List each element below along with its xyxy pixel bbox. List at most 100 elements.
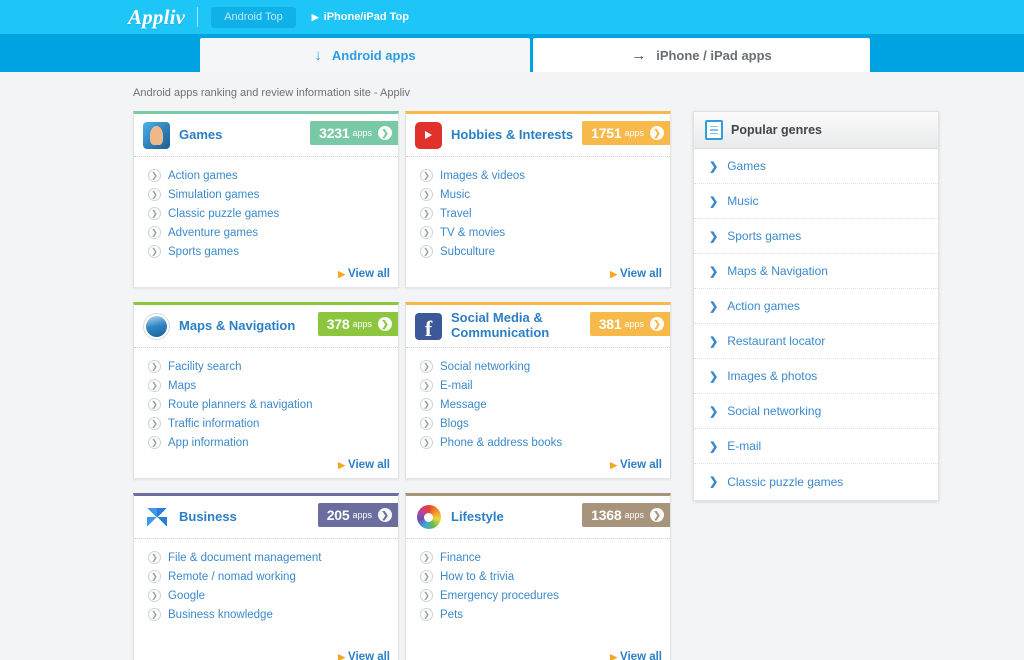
list-item[interactable]: ❯ Business knowledge (148, 605, 388, 624)
list-item[interactable]: ❯ Emergency procedures (420, 586, 660, 605)
list-item[interactable]: ❯ Maps (148, 376, 388, 395)
chevron-right-icon: ❯ (420, 417, 433, 430)
sidebar-item-email[interactable]: ❯ E-mail (694, 429, 938, 464)
nav-android-top-button[interactable]: Android Top (211, 6, 296, 28)
sidebar-item-classic-puzzle-games[interactable]: ❯ Classic puzzle games (694, 464, 938, 499)
list-item-label: App information (168, 436, 249, 449)
list-item[interactable]: ❯ File & document management (148, 548, 388, 567)
category-card-social-media-communication[interactable]: Social Media & Communication 381 apps ❯ … (405, 302, 671, 479)
list-item[interactable]: ❯ Images & videos (420, 166, 660, 185)
card-title: Maps & Navigation (179, 317, 296, 333)
list-item[interactable]: ❯ Google (148, 586, 388, 605)
chevron-right-icon: ❯ (650, 508, 664, 522)
app-count-badge[interactable]: 378 apps ❯ (317, 312, 398, 336)
list-item-label: Simulation games (168, 188, 260, 201)
tab-android-apps[interactable]: ↓ Android apps (200, 38, 530, 72)
list-item[interactable]: ❯ Message (420, 395, 660, 414)
list-item[interactable]: ❯ TV & movies (420, 223, 660, 242)
category-card-games[interactable]: Games 3231 apps ❯ ❯ Action games ❯ Simulat… (133, 111, 399, 288)
app-count-badge[interactable]: 1368 apps ❯ (582, 503, 670, 527)
list-item[interactable]: ❯ E-mail (420, 376, 660, 395)
view-all-link[interactable]: ▶ View all (406, 457, 670, 478)
app-count-unit: apps (624, 128, 644, 138)
list-item[interactable]: ❯ Remote / nomad working (148, 567, 388, 586)
chevron-right-icon: ❯ (420, 379, 433, 392)
card-header: Lifestyle 1368 apps ❯ (406, 496, 670, 539)
list-item[interactable]: ❯ Traffic information (148, 414, 388, 433)
app-count-badge[interactable]: 381 apps ❯ (589, 312, 670, 336)
nav-iphone-ipad-top-link[interactable]: ▶ iPhone/iPad Top (312, 11, 409, 23)
app-count-unit: apps (624, 510, 644, 520)
view-all-link[interactable]: ▶ View all (134, 629, 398, 660)
list-item-label: Travel (440, 207, 472, 220)
list-item[interactable]: ❯ Classic puzzle games (148, 204, 388, 223)
sidebar-item-label: Sports games (727, 229, 802, 243)
list-item[interactable]: ❯ Phone & address books (420, 433, 660, 452)
site-logo[interactable]: Appliv (128, 5, 185, 30)
list-item-label: Action games (168, 169, 238, 182)
sidebar-item-action-games[interactable]: ❯ Action games (694, 289, 938, 324)
list-item[interactable]: ❯ Action games (148, 166, 388, 185)
sidebar-item-label: Images & photos (727, 369, 818, 383)
facebook-icon (415, 312, 442, 340)
list-item[interactable]: ❯ Simulation games (148, 185, 388, 204)
app-count-value: 205 (326, 507, 350, 523)
list-item-label: Route planners & navigation (168, 398, 313, 411)
app-count-unit: apps (352, 510, 372, 520)
chevron-right-icon: ❯ (420, 360, 433, 373)
view-all-label: View all (348, 459, 390, 471)
arrow-down-icon: ↓ (314, 46, 322, 64)
view-all-label: View all (348, 651, 390, 660)
list-item-label: Traffic information (168, 417, 260, 430)
category-card-hobbies-interests[interactable]: Hobbies & Interests 1751 apps ❯ ❯ Images … (405, 111, 671, 288)
chevron-right-icon: ❯ (420, 608, 433, 621)
list-item[interactable]: ❯ App information (148, 433, 388, 452)
chevron-right-icon: ❯ (709, 370, 719, 383)
sidebar-item-maps-navigation[interactable]: ❯ Maps & Navigation (694, 254, 938, 289)
list-item[interactable]: ❯ Social networking (420, 357, 660, 376)
notepad-icon (705, 120, 723, 140)
app-count-badge[interactable]: 1751 apps ❯ (582, 121, 670, 145)
sidebar-item-music[interactable]: ❯ Music (694, 184, 938, 219)
sidebar-item-label: E-mail (727, 439, 762, 453)
sidebar-item-label: Music (727, 194, 759, 208)
category-card-lifestyle[interactable]: Lifestyle 1368 apps ❯ ❯ Finance ❯ How to &… (405, 493, 671, 660)
list-item[interactable]: ❯ Finance (420, 548, 660, 567)
sidebar-item-games[interactable]: ❯ Games (694, 149, 938, 184)
category-card-grid: Games 3231 apps ❯ ❯ Action games ❯ Simulat… (133, 111, 671, 660)
list-item[interactable]: ❯ Sports games (148, 242, 388, 261)
view-all-link[interactable]: ▶ View all (406, 629, 670, 660)
chevron-right-icon: ❯ (709, 300, 719, 313)
tab-iphone-ipad-apps[interactable]: → iPhone / iPad apps (533, 38, 870, 72)
category-card-business[interactable]: Business 205 apps ❯ ❯ File & document man… (133, 493, 399, 660)
list-item[interactable]: ❯ Adventure games (148, 223, 388, 242)
list-item[interactable]: ❯ Subculture (420, 242, 660, 261)
list-item[interactable]: ❯ Route planners & navigation (148, 395, 388, 414)
chevron-right-icon: ❯ (420, 226, 433, 239)
sidebar-item-sports-games[interactable]: ❯ Sports games (694, 219, 938, 254)
category-card-maps-navigation[interactable]: Maps & Navigation 378 apps ❯ ❯ Facility s… (133, 302, 399, 479)
view-all-link[interactable]: ▶ View all (134, 457, 398, 478)
list-item-label: Sports games (168, 245, 239, 258)
card-header: Hobbies & Interests 1751 apps ❯ (406, 114, 670, 157)
list-item[interactable]: ❯ Music (420, 185, 660, 204)
view-all-link[interactable]: ▶ View all (134, 266, 398, 287)
list-item[interactable]: ❯ Facility search (148, 357, 388, 376)
sidebar-item-images-photos[interactable]: ❯ Images & photos (694, 359, 938, 394)
app-count-badge[interactable]: 205 apps ❯ (317, 503, 398, 527)
list-item[interactable]: ❯ Blogs (420, 414, 660, 433)
app-count-badge[interactable]: 3231 apps ❯ (310, 121, 398, 145)
view-all-link[interactable]: ▶ View all (406, 266, 670, 287)
youtube-icon (415, 121, 442, 149)
chevron-right-icon: ❯ (148, 608, 161, 621)
chevron-right-icon: ❯ (709, 160, 719, 173)
sidebar-item-restaurant-locator[interactable]: ❯ Restaurant locator (694, 324, 938, 359)
list-item-label: E-mail (440, 379, 473, 392)
chevron-right-icon: ❯ (709, 405, 719, 418)
sidebar-item-social-networking[interactable]: ❯ Social networking (694, 394, 938, 429)
list-item[interactable]: ❯ Pets (420, 605, 660, 624)
list-item[interactable]: ❯ Travel (420, 204, 660, 223)
subcategory-list: ❯ File & document management ❯ Remote / no… (134, 539, 398, 629)
arrow-right-icon: → (631, 46, 647, 64)
list-item[interactable]: ❯ How to & trivia (420, 567, 660, 586)
